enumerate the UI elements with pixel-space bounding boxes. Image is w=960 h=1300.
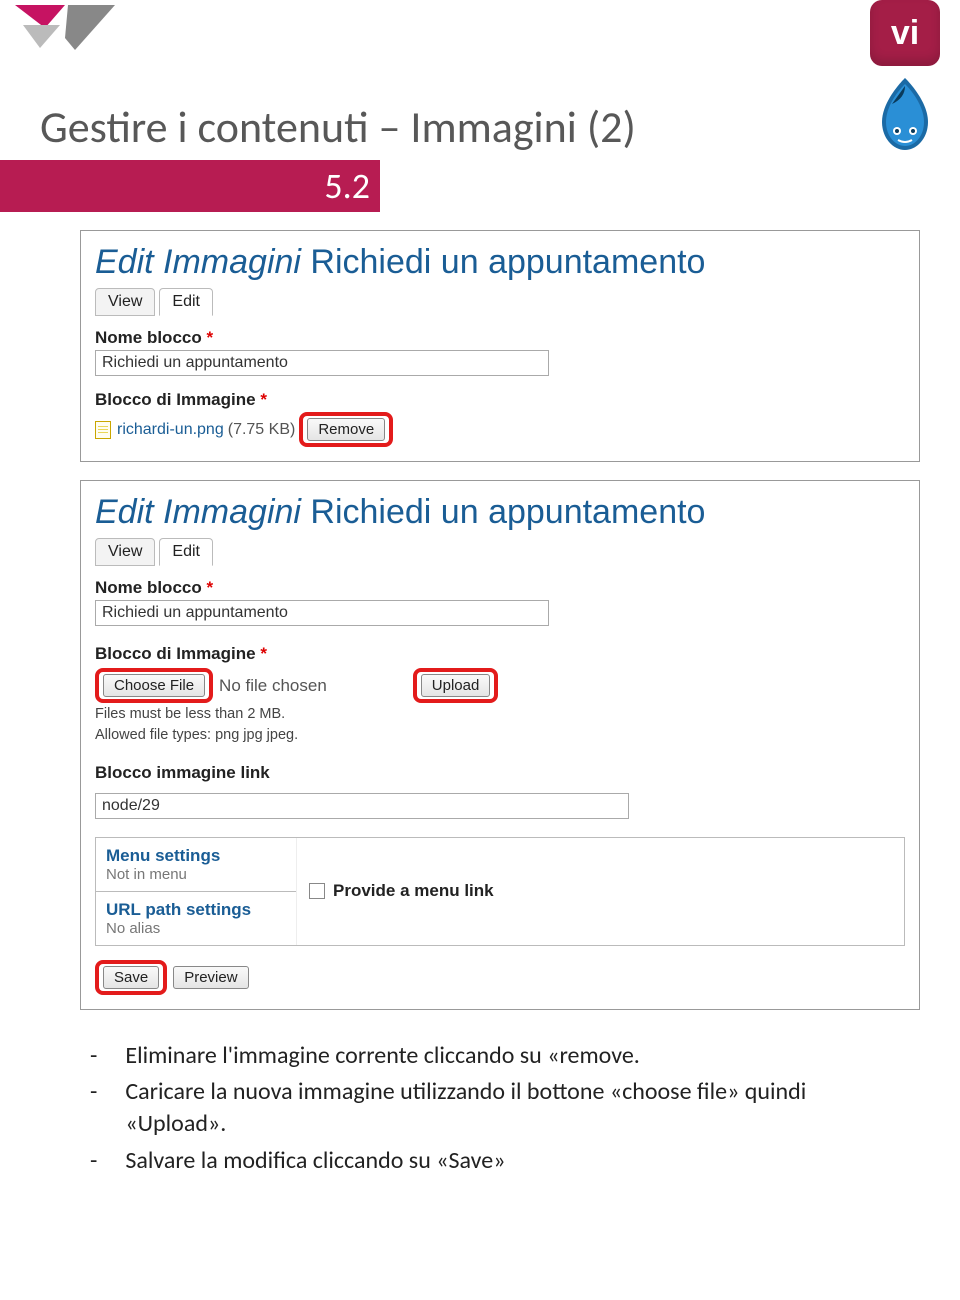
preview-button[interactable]: Preview [173,966,248,989]
no-file-text: No file chosen [219,676,327,696]
provide-menu-checkbox[interactable] [309,883,325,899]
blocco-link-label: Blocco immagine link [95,763,905,783]
settings-sidebar: Menu settings Not in menu URL path setti… [95,837,905,946]
highlight-upload: Upload [413,668,499,703]
url-settings-sub: No alias [106,920,286,937]
menu-settings-link[interactable]: Menu settings [106,846,220,865]
vi-logo: vi [870,0,940,66]
nome-blocco-label: Nome blocco * [95,578,905,598]
company-logo [10,0,120,65]
blocco-link-input[interactable] [95,793,629,819]
tab-view[interactable]: View [95,288,155,316]
instructions-list: -Eliminare l'immagine corrente cliccando… [90,1040,870,1178]
blocco-immagine-label: Blocco di Immagine * [95,390,905,410]
choose-file-button[interactable]: Choose File [103,674,205,697]
section-number: 5.2 [324,164,370,208]
tab-edit[interactable]: Edit [159,538,213,566]
blocco-immagine-label: Blocco di Immagine * [95,644,905,664]
nome-blocco-input[interactable] [95,350,549,376]
highlight-choose-file: Choose File [95,668,213,703]
url-settings-link[interactable]: URL path settings [106,900,251,919]
uploaded-file-size: (7.75 KB) [228,421,296,439]
instruction-2: Caricare la nuova immagine utilizzando i… [125,1076,870,1141]
tab-edit[interactable]: Edit [159,288,213,316]
highlight-save: Save [95,960,167,995]
file-icon [95,421,111,439]
upload-button[interactable]: Upload [421,674,491,697]
form-title: Edit Immagini Richiedi un appuntamento [95,493,905,532]
screenshot-edit-upload: Edit Immagini Richiedi un appuntamento V… [80,480,920,1010]
file-size-hint: Files must be less than 2 MB. [95,705,905,724]
nome-blocco-label: Nome blocco * [95,328,905,348]
highlight-remove: Remove [299,412,393,447]
remove-button[interactable]: Remove [307,418,385,441]
page-title: Gestire i contenuti – Immagini (2) [0,100,960,154]
file-type-hint: Allowed file types: png jpg jpeg. [95,726,905,745]
nome-blocco-input[interactable] [95,600,549,626]
uploaded-file-name: richardi-un.png [117,421,224,439]
menu-settings-sub: Not in menu [106,866,286,883]
save-button[interactable]: Save [103,966,159,989]
section-bar: 5.2 [0,160,380,212]
instruction-1: Eliminare l'immagine corrente cliccando … [125,1040,639,1072]
instruction-3: Salvare la modifica cliccando su «Save» [125,1145,505,1177]
tab-view[interactable]: View [95,538,155,566]
provide-menu-label: Provide a menu link [333,881,494,901]
form-title: Edit Immagini Richiedi un appuntamento [95,243,905,282]
screenshot-edit-remove: Edit Immagini Richiedi un appuntamento V… [80,230,920,462]
